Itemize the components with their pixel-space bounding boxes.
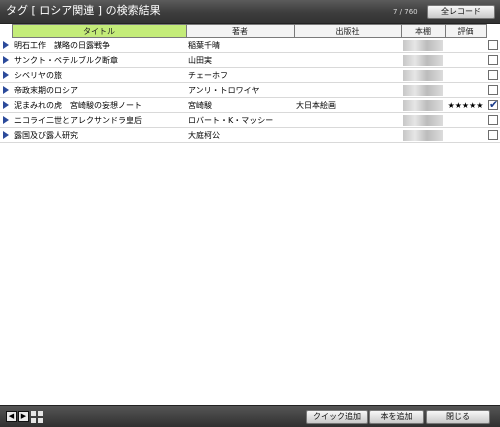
column-header-rating[interactable]: 評価 bbox=[444, 24, 487, 38]
row-checkbox[interactable] bbox=[488, 130, 498, 140]
close-button[interactable]: 閉じる bbox=[426, 410, 490, 424]
table-row[interactable]: シベリヤの旅 チェーホフ bbox=[0, 67, 500, 83]
cell-shelf bbox=[401, 67, 445, 83]
cell-publisher bbox=[294, 112, 401, 128]
shelf-thumbnail bbox=[403, 69, 443, 81]
cell-rating bbox=[445, 52, 486, 68]
column-header-publisher[interactable]: 出版社 bbox=[293, 24, 402, 38]
cell-rating bbox=[445, 37, 486, 53]
cell-author: チェーホフ bbox=[186, 67, 294, 83]
cell-check[interactable] bbox=[486, 67, 500, 83]
row-expand-icon[interactable] bbox=[0, 52, 12, 68]
row-checkbox[interactable] bbox=[488, 55, 498, 65]
cell-rating bbox=[445, 67, 486, 83]
table-row[interactable]: 帝政末期のロシア アンリ・トロワイヤ bbox=[0, 82, 500, 98]
shelf-thumbnail bbox=[403, 84, 443, 96]
cell-title: ニコライ二世とアレクサンドラ皇后 bbox=[12, 112, 186, 128]
row-checkbox[interactable] bbox=[488, 39, 498, 50]
shelf-thumbnail bbox=[403, 39, 443, 51]
cell-shelf bbox=[401, 112, 445, 128]
cell-author: 宮崎駿 bbox=[186, 97, 294, 113]
row-expand-icon[interactable] bbox=[0, 67, 12, 83]
shelf-thumbnail bbox=[403, 54, 443, 66]
column-header-title[interactable]: タイトル bbox=[11, 24, 187, 38]
prev-icon[interactable]: ◀ bbox=[6, 411, 17, 422]
cell-rating bbox=[445, 112, 486, 128]
cell-publisher bbox=[294, 127, 401, 143]
cell-publisher: 大日本絵画 bbox=[294, 97, 401, 113]
cell-shelf bbox=[401, 127, 445, 143]
cell-rating: ★★★★★ bbox=[445, 97, 486, 113]
cell-author: アンリ・トロワイヤ bbox=[186, 82, 294, 98]
shelf-thumbnail bbox=[403, 129, 443, 141]
title-bar: タグ [ ロシア関連 ] の検索結果 7 / 760 全レコード bbox=[0, 0, 500, 24]
record-count: 7 / 760 bbox=[393, 8, 418, 16]
shelf-thumbnail bbox=[403, 99, 443, 111]
cell-shelf bbox=[401, 52, 445, 68]
row-expand-icon[interactable] bbox=[0, 127, 12, 143]
table-row[interactable]: ニコライ二世とアレクサンドラ皇后 ロバート・K・マッシー bbox=[0, 112, 500, 128]
cell-title: 帝政末期のロシア bbox=[12, 82, 186, 98]
bottom-toolbar: ◀ ▶ クイック追加 本を追加 閉じる bbox=[0, 405, 500, 427]
cell-check[interactable] bbox=[486, 112, 500, 128]
column-header-shelf[interactable]: 本棚 bbox=[400, 24, 446, 38]
cell-shelf bbox=[401, 37, 445, 53]
next-icon[interactable]: ▶ bbox=[18, 411, 29, 422]
cell-rating bbox=[445, 82, 486, 98]
table-header-row: タイトル 著者 出版社 本棚 評価 bbox=[0, 24, 500, 38]
cell-title: シベリヤの旅 bbox=[12, 67, 186, 83]
row-checkbox[interactable] bbox=[488, 85, 498, 95]
table-row[interactable]: 明石工作 謀略の日露戦争 稲葉千晴 bbox=[0, 37, 500, 53]
cell-check[interactable] bbox=[486, 97, 500, 113]
cell-author: 稲葉千晴 bbox=[186, 37, 294, 53]
cell-shelf bbox=[401, 82, 445, 98]
row-checkbox[interactable] bbox=[488, 70, 498, 80]
table-row[interactable]: 泥まみれの虎 宮崎駿の妄想ノート 宮崎駿 大日本絵画 ★★★★★ bbox=[0, 97, 500, 113]
row-checkbox[interactable] bbox=[488, 98, 498, 111]
header-spacer-check bbox=[486, 24, 500, 38]
row-expand-icon[interactable] bbox=[0, 112, 12, 128]
cell-rating bbox=[445, 127, 486, 143]
row-expand-icon[interactable] bbox=[0, 97, 12, 113]
cell-publisher bbox=[294, 67, 401, 83]
cell-author: ロバート・K・マッシー bbox=[186, 112, 294, 128]
cell-title: 明石工作 謀略の日露戦争 bbox=[12, 37, 186, 53]
cell-shelf bbox=[401, 97, 445, 113]
cell-author: 山田実 bbox=[186, 52, 294, 68]
results-table: タイトル 著者 出版社 本棚 評価 明石工作 謀略の日露戦争 稲葉千晴 サンクト・ペ… bbox=[0, 24, 500, 143]
cell-check[interactable] bbox=[486, 37, 500, 53]
cell-author: 大庭柯公 bbox=[186, 127, 294, 143]
grid-view-icon[interactable] bbox=[31, 411, 43, 423]
row-expand-icon[interactable] bbox=[0, 37, 12, 53]
row-expand-icon[interactable] bbox=[0, 82, 12, 98]
shelf-thumbnail bbox=[403, 114, 443, 126]
all-records-button[interactable]: 全レコード bbox=[427, 5, 495, 19]
cell-check[interactable] bbox=[486, 52, 500, 68]
cell-publisher bbox=[294, 52, 401, 68]
add-book-button[interactable]: 本を追加 bbox=[369, 410, 424, 424]
table-row[interactable]: 露国及び露人研究 大庭柯公 bbox=[0, 127, 500, 143]
cell-title: サンクト・ペテルブルク断章 bbox=[12, 52, 186, 68]
row-checkbox[interactable] bbox=[488, 115, 498, 125]
cell-title: 泥まみれの虎 宮崎駿の妄想ノート bbox=[12, 97, 186, 113]
page-title: タグ [ ロシア関連 ] の検索結果 bbox=[6, 4, 161, 17]
cell-title: 露国及び露人研究 bbox=[12, 127, 186, 143]
cell-publisher bbox=[294, 37, 401, 53]
cell-check[interactable] bbox=[486, 82, 500, 98]
header-spacer bbox=[0, 24, 12, 38]
cell-check[interactable] bbox=[486, 127, 500, 143]
quick-add-button[interactable]: クイック追加 bbox=[306, 410, 368, 424]
cell-publisher bbox=[294, 82, 401, 98]
column-header-author[interactable]: 著者 bbox=[185, 24, 295, 38]
table-row[interactable]: サンクト・ペテルブルク断章 山田実 bbox=[0, 52, 500, 68]
